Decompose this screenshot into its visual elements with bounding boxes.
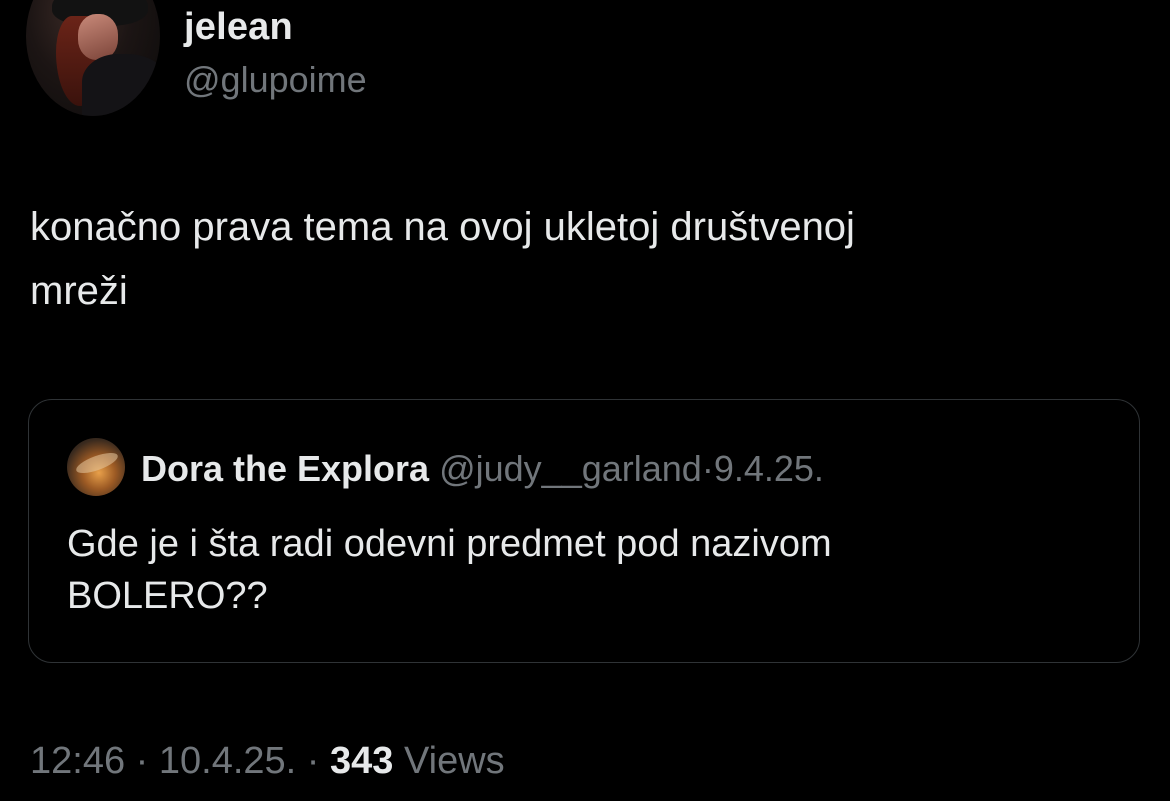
avatar-highlight-shape	[73, 448, 121, 478]
quoted-author-name: Dora the Explora	[141, 448, 430, 489]
quoted-author-handle: @judy__garland	[439, 448, 702, 489]
quoted-header-separator: ·	[701, 448, 714, 489]
quoted-text-line: BOLERO??	[67, 575, 268, 617]
quoted-tweet-card[interactable]: Dora the Explora @judy__garland·9.4.25. …	[28, 399, 1140, 663]
quoted-text-line: Gde je i šta radi odevni predmet pod naz…	[67, 523, 832, 565]
views-label: Views	[403, 740, 505, 782]
tweet-time[interactable]: 12:46	[30, 740, 125, 782]
tweet-text-line: mreži	[30, 269, 128, 313]
tweet-date[interactable]: 10.4.25.	[159, 740, 296, 782]
meta-separator: ·	[135, 740, 149, 782]
meta-separator: ·	[306, 740, 320, 782]
author-display-name[interactable]: jelean	[184, 6, 293, 49]
quoted-author-avatar	[67, 438, 125, 496]
tweet-text-line: konačno prava tema na ovoj ukletoj društ…	[30, 205, 855, 249]
author-handle[interactable]: @glupoime	[184, 59, 367, 101]
quoted-tweet-header: Dora the Explora @judy__garland·9.4.25.	[141, 448, 824, 490]
author-avatar[interactable]	[26, 0, 160, 116]
views-count: 343	[330, 740, 394, 782]
avatar-face-shape	[78, 14, 118, 60]
quoted-tweet-date: 9.4.25.	[713, 448, 824, 489]
quoted-tweet-text: Gde je i šta radi odevni predmet pod naz…	[67, 518, 1107, 622]
avatar-coat-shape	[82, 54, 160, 116]
tweet-text: konačno prava tema na ovoj ukletoj društ…	[30, 195, 1140, 323]
tweet-metadata: 12:46 · 10.4.25. · 343 Views	[30, 740, 505, 783]
